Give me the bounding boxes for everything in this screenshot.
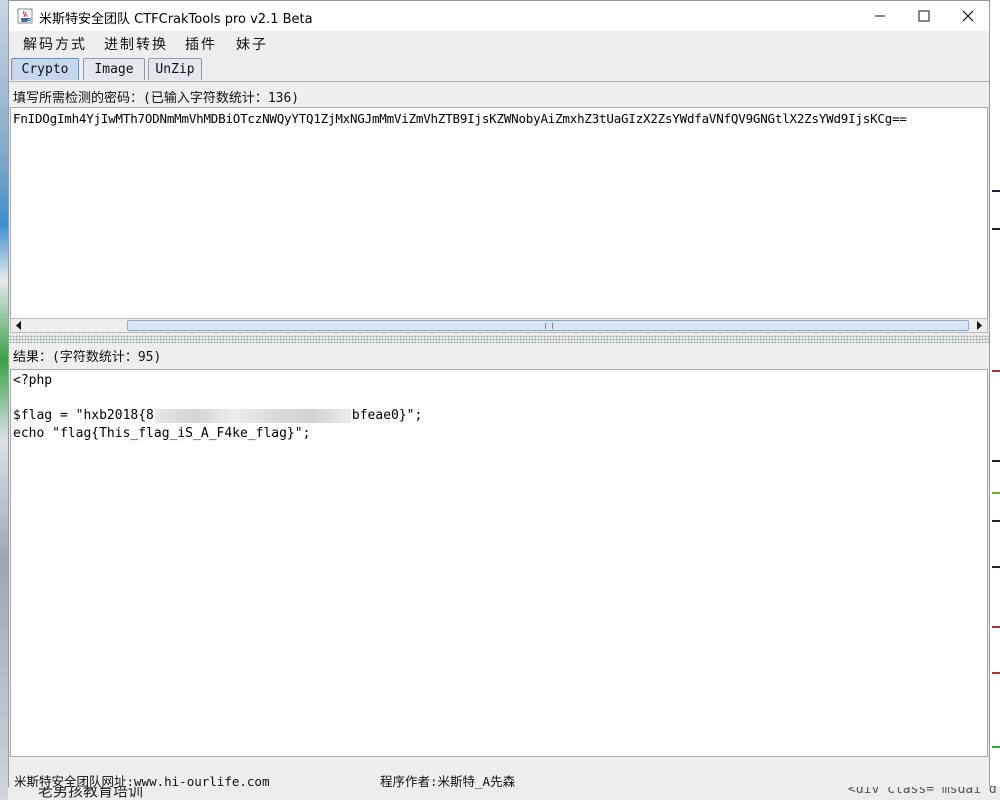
output-line-2: $flag = "hxb2018{8 bfeae0}"; (13, 408, 422, 423)
tab-unzip[interactable]: UnZip (148, 58, 202, 80)
minimize-button[interactable] (857, 1, 903, 31)
menu-girls[interactable]: 妹子 (236, 34, 268, 54)
output-line-2-end: bfeae0}"; (351, 408, 423, 423)
split-pane-divider[interactable] (9, 335, 989, 343)
app-window: 米斯特安全团队 CTFCrakTools pro v2.1 Beta 解码方式 … (8, 0, 990, 790)
output-line-1: <?php (13, 373, 53, 388)
menu-plugins[interactable]: 插件 (185, 34, 217, 54)
java-cup-icon (17, 8, 33, 24)
scroll-thumb[interactable] (127, 320, 969, 331)
arrow-right-icon (977, 321, 982, 330)
input-label: 填写所需检测的密码：(已输入字符数统计：136) (13, 91, 300, 106)
scroll-grip-icon (545, 323, 553, 329)
status-bar: 米斯特安全团队网址:www.hi-ourlife.com 程序作者:米斯特_A先… (9, 763, 989, 790)
minimize-icon (875, 15, 885, 17)
output-line-2-start: $flag = "hxb2018{8 (13, 408, 154, 423)
horizontal-scrollbar[interactable] (10, 318, 988, 333)
result-output-area[interactable]: <?php $flag = "hxb2018{8 bfeae0}"; echo "… (10, 369, 988, 757)
author-text: 程序作者:米斯特_A先森 (380, 774, 516, 789)
maximize-button[interactable] (901, 1, 947, 31)
password-input-text[interactable]: FnIDOgImh4YjIwMTh7ODNmMmVhMDBiOTczNWQyYT… (13, 111, 907, 126)
tab-image[interactable]: Image (83, 58, 145, 80)
maximize-icon (918, 10, 930, 22)
output-label: 结果：(字符数统计：95) (13, 350, 162, 365)
redacted-region (154, 408, 351, 423)
background-code: <div class= msdai d (848, 786, 997, 797)
tab-divider (9, 81, 989, 82)
menu-bar: 解码方式 进制转换 插件 妹子 (9, 31, 989, 55)
output-line-3: echo "flag{This_flag_iS_A_F4ke_flag}"; (13, 426, 311, 441)
close-icon (962, 10, 974, 22)
scroll-right-button[interactable] (971, 319, 987, 332)
website-link[interactable]: 米斯特安全团队网址:www.hi-ourlife.com (14, 771, 270, 790)
desktop-background-left (0, 0, 8, 800)
window-title: 米斯特安全团队 CTFCrakTools pro v2.1 Beta (39, 12, 313, 27)
menu-decode-method[interactable]: 解码方式 (23, 34, 87, 54)
title-bar[interactable]: 米斯特安全团队 CTFCrakTools pro v2.1 Beta (9, 1, 989, 31)
scroll-left-button[interactable] (11, 319, 27, 332)
close-button[interactable] (945, 1, 991, 31)
tab-crypto[interactable]: Crypto (11, 58, 79, 80)
menu-base-conversion[interactable]: 进制转换 (104, 34, 168, 54)
arrow-left-icon (16, 321, 21, 330)
password-input-area[interactable]: FnIDOgImh4YjIwMTh7ODNmMmVhMDBiOTczNWQyYT… (10, 107, 988, 319)
